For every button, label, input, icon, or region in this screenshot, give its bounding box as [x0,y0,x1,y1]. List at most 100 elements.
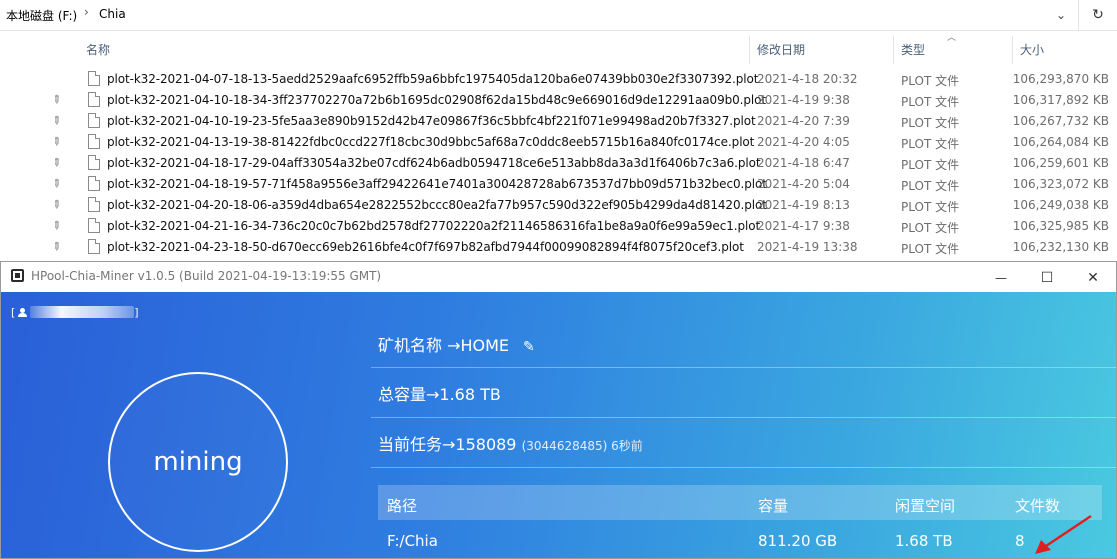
file-type: PLOT 文件 [901,74,960,88]
file-type: PLOT 文件 [901,221,960,235]
pin-icon: ✎ [48,91,65,108]
breadcrumb-folder[interactable]: Chia [99,7,126,21]
pin-icon: ✎ [48,112,65,129]
file-name: plot-k32-2021-04-10-19-23-5fe5aa3e890b91… [107,114,756,128]
file-type: PLOT 文件 [901,95,960,109]
th-capacity: 容量 [758,497,789,515]
file-date: 2021-4-20 7:39 [757,114,850,128]
file-icon [88,197,100,212]
file-type: PLOT 文件 [901,179,960,193]
app-icon [11,269,24,282]
column-date[interactable]: 修改日期 [750,36,893,64]
file-name: plot-k32-2021-04-10-18-34-3ff237702270a7… [107,93,766,107]
pin-icon: ✎ [48,217,65,234]
user-icon [18,308,28,317]
file-name: plot-k32-2021-04-13-19-38-81422fdbc0ccd2… [107,135,755,149]
file-size: 106,293,870 KB [1012,72,1109,86]
refresh-icon: ↻ [1092,7,1104,23]
edit-icon[interactable]: ✎ [523,339,535,355]
file-name: plot-k32-2021-04-20-18-06-a359d4dba654e2… [107,198,767,212]
file-row[interactable]: ✎ plot-k32-2021-04-10-18-34-3ff237702270a… [0,90,1117,111]
disk-capacity: 811.20 GB [758,532,838,550]
th-free: 闲置空间 [895,497,956,515]
file-row[interactable]: ✎ plot-k32-2021-04-10-19-23-5fe5aa3e890b9… [0,111,1117,132]
file-type: PLOT 文件 [901,200,960,214]
file-size: 106,264,084 KB [1012,135,1109,149]
file-size: 106,267,732 KB [1012,114,1109,128]
pin-icon: ✎ [48,196,65,213]
file-row[interactable]: ✎ plot-k32-2021-04-18-17-29-04aff33054a32… [0,153,1117,174]
file-icon [88,155,100,170]
column-name[interactable]: 名称 [79,36,749,64]
user-info: [] [11,306,139,319]
breadcrumb-drive[interactable]: 本地磁盘 (F:) [6,7,77,24]
address-bar[interactable]: 本地磁盘 (F:) › Chia ⌄ ↻ [0,0,1117,31]
file-row[interactable]: ✎ plot-k32-2021-04-23-18-50-d670ecc69eb26… [0,237,1117,258]
file-date: 2021-4-17 9:38 [757,219,850,233]
file-date: 2021-4-18 20:32 [757,72,858,86]
pin-icon: ✎ [48,238,65,255]
minimize-button[interactable]: — [978,262,1024,292]
file-date: 2021-4-19 8:13 [757,198,850,212]
maximize-button[interactable]: ☐ [1024,262,1070,292]
miner-dashboard: [] mining 矿机名称 →HOME ✎ 总容量→1.68 TB 当前任务→1… [1,292,1116,558]
file-type: PLOT 文件 [901,158,960,172]
task-detail: (3044628485) 6秒前 [521,439,643,453]
disk-file-count: 8 [1015,532,1025,550]
file-name: plot-k32-2021-04-23-18-50-d670ecc69eb261… [107,240,744,254]
file-icon [88,218,100,233]
file-date: 2021-4-20 5:04 [757,177,850,191]
divider [371,367,1116,368]
address-history-dropdown[interactable]: ⌄ [1052,6,1070,24]
file-icon [88,134,100,149]
username-redacted [30,306,135,318]
file-size: 106,259,601 KB [1012,156,1109,170]
file-icon [88,176,100,191]
file-size: 106,323,072 KB [1012,177,1109,191]
divider [371,467,1116,468]
chevron-down-icon: ⌄ [1055,8,1067,22]
maximize-icon: ☐ [1040,270,1054,286]
divider [371,417,1116,418]
file-row[interactable]: plot-k32-2021-04-07-18-13-5aedd2529aafc6… [0,69,1117,90]
file-size: 106,317,892 KB [1012,93,1109,107]
breadcrumb-chevron-icon: › [84,5,89,19]
file-size: 106,232,130 KB [1012,240,1109,254]
miner-window: HPool-Chia-Miner v1.0.5 (Build 2021-04-1… [0,261,1117,559]
file-icon [88,239,100,254]
file-date: 2021-4-19 13:38 [757,240,858,254]
sort-ascending-icon: ︿ [947,33,957,43]
file-icon [88,92,100,107]
file-row[interactable]: ✎ plot-k32-2021-04-13-19-38-81422fdbc0ccd… [0,132,1117,153]
file-icon [88,71,100,86]
file-name: plot-k32-2021-04-07-18-13-5aedd2529aafc6… [107,72,759,86]
close-button[interactable]: ✕ [1070,262,1116,292]
column-size[interactable]: 大小 [1013,36,1117,64]
disk-free: 1.68 TB [895,532,953,550]
pin-icon: ✎ [48,154,65,171]
status-circle: mining [108,372,288,552]
file-date: 2021-4-20 4:05 [757,135,850,149]
th-path: 路径 [387,497,418,515]
file-size: 106,325,985 KB [1012,219,1109,233]
mining-status: mining [153,447,243,477]
file-type: PLOT 文件 [901,137,960,151]
file-name: plot-k32-2021-04-18-17-29-04aff33054a32b… [107,156,761,170]
file-type: PLOT 文件 [901,116,960,130]
red-arrow-annotation [1035,514,1092,554]
capacity: 总容量→1.68 TB [378,385,501,404]
file-size: 106,249,038 KB [1012,198,1109,212]
task-row: 当前任务→158089 (3044628485) 6秒前 [378,431,643,455]
file-name: plot-k32-2021-04-21-16-34-736c20c0c7b62b… [107,219,761,233]
file-row[interactable]: ✎ plot-k32-2021-04-18-19-57-71f458a9556e3… [0,174,1117,195]
file-name: plot-k32-2021-04-18-19-57-71f458a9556e3a… [107,177,767,191]
file-type: PLOT 文件 [901,242,960,256]
user-bracket-right: ] [134,306,139,319]
pin-icon: ✎ [48,133,65,150]
title-bar[interactable]: HPool-Chia-Miner v1.0.5 (Build 2021-04-1… [1,262,1116,292]
user-bracket-left: [ [11,306,16,319]
file-row[interactable]: ✎ plot-k32-2021-04-21-16-34-736c20c0c7b62… [0,216,1117,237]
file-date: 2021-4-18 6:47 [757,156,850,170]
refresh-button[interactable]: ↻ [1078,0,1117,30]
file-row[interactable]: ✎ plot-k32-2021-04-20-18-06-a359d4dba654e… [0,195,1117,216]
